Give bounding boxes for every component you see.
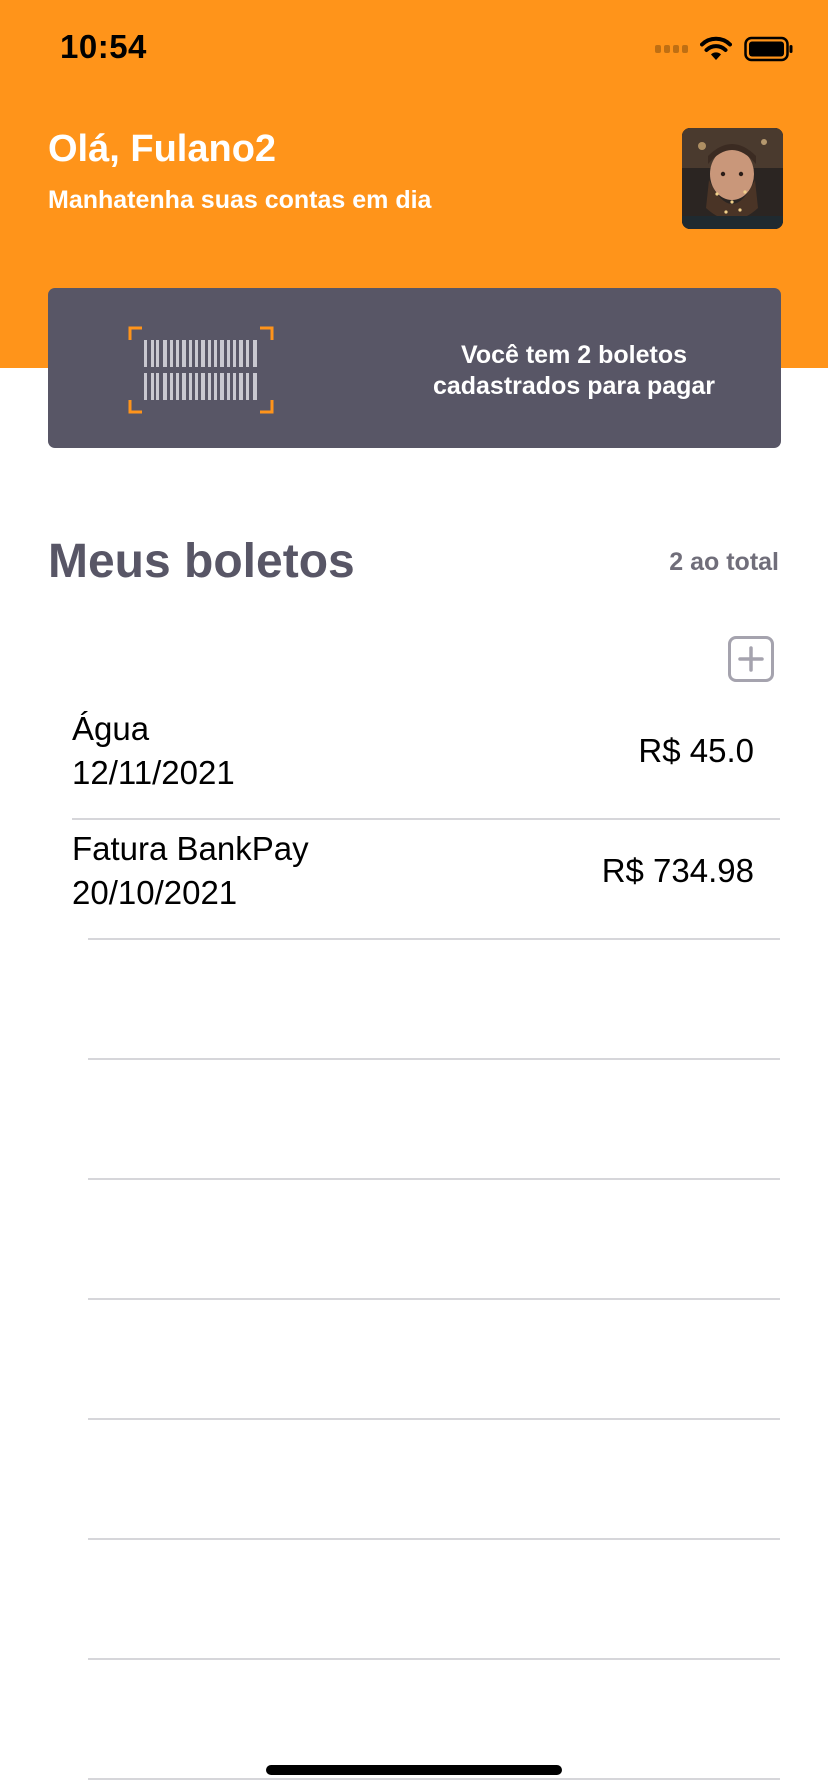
greeting-title: Olá, Fulano2	[48, 128, 277, 170]
boletos-list: Água 12/11/2021 R$ 45.0 Fatura BankPay 2…	[0, 700, 828, 1780]
wifi-icon	[700, 36, 732, 62]
empty-row	[0, 1180, 828, 1300]
greeting-subtitle: Manhatenha suas contas em dia	[48, 186, 432, 214]
section-title: Meus boletos	[48, 535, 355, 588]
boleto-value: R$ 45.0	[638, 732, 754, 769]
boleto-row[interactable]: Água 12/11/2021 R$ 45.0	[0, 700, 828, 820]
empty-row	[0, 940, 828, 1060]
empty-row	[0, 1660, 828, 1780]
status-time: 10:54	[60, 28, 147, 65]
boleto-row[interactable]: Fatura BankPay 20/10/2021 R$ 734.98	[0, 820, 828, 940]
boleto-date: 20/10/2021	[72, 874, 238, 911]
battery-icon	[744, 36, 794, 62]
home-indicator[interactable]	[266, 1765, 562, 1775]
boletos-summary-text: Você tem 2 boletos cadastrados para paga…	[432, 341, 716, 400]
cellular-signal-icon	[655, 45, 688, 53]
boletos-summary-card[interactable]: Você tem 2 boletos cadastrados para paga…	[48, 288, 781, 448]
row-separator	[88, 1778, 780, 1780]
add-boleto-button[interactable]	[728, 636, 774, 682]
empty-row	[0, 1300, 828, 1420]
empty-row	[0, 1540, 828, 1660]
boletos-count: 2 ao total	[669, 548, 779, 576]
boleto-name: Fatura BankPay	[72, 830, 309, 867]
home-screen: 10:54 Olá, Fulano2 Manhatenha suas conta…	[0, 0, 828, 1792]
status-icons	[655, 34, 794, 64]
empty-row	[0, 1060, 828, 1180]
empty-row	[0, 1420, 828, 1540]
boleto-name: Água	[72, 710, 150, 747]
plus-icon	[738, 646, 764, 672]
barcode-scan-icon	[128, 326, 274, 414]
boleto-date: 12/11/2021	[72, 754, 235, 791]
avatar[interactable]	[682, 128, 783, 229]
boleto-value: R$ 734.98	[601, 852, 754, 889]
